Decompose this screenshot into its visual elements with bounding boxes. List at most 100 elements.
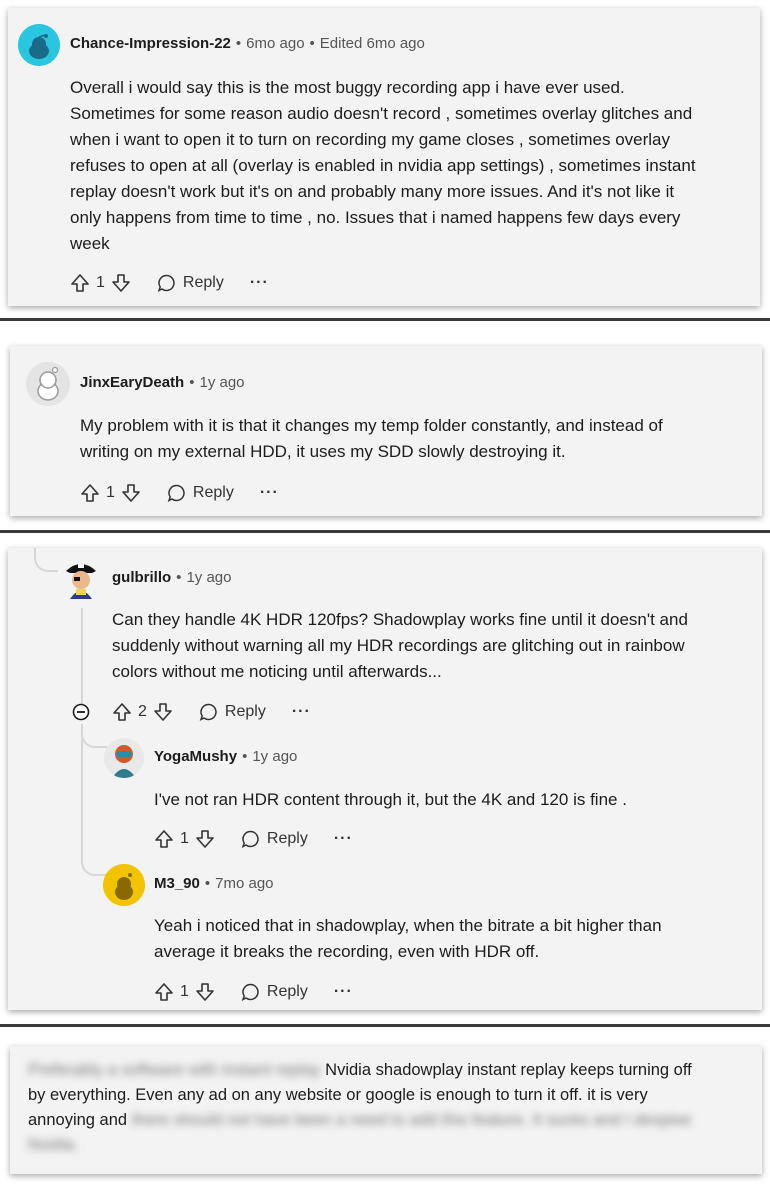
comment-line: when i want to open it to turn on record…: [70, 130, 671, 149]
vote-count: 1: [106, 484, 115, 501]
comment-meta: YogaMushy • 1y ago: [154, 748, 298, 765]
comment-actions: 2 Reply ···: [112, 700, 311, 724]
upvote-icon[interactable]: [80, 483, 100, 503]
separator: [0, 530, 770, 533]
comment-meta: Chance-Impression-22 • 6mo ago • Edited 6mo …: [70, 35, 425, 52]
comment-meta: gulbrillo • 1y ago: [112, 569, 232, 586]
snoo-avatar-icon: [103, 864, 145, 906]
comment-meta: M3_90 • 7mo ago: [154, 875, 274, 892]
username[interactable]: YogaMushy: [154, 748, 237, 765]
reply-label: Reply: [266, 983, 308, 1000]
thread-connector: [81, 844, 107, 876]
thread-line: [81, 608, 83, 704]
reply-button[interactable]: Reply: [157, 273, 224, 293]
comment-bubble-icon: [199, 703, 217, 721]
comment-line: refuses to open at all (overlay is enabl…: [70, 156, 696, 175]
thread-connector: [81, 724, 107, 748]
comment-bubble-icon: [241, 830, 259, 848]
reply-button[interactable]: Reply: [199, 702, 266, 722]
thread-line: [81, 724, 83, 864]
comment-line: by everything. Even any ad on any websit…: [28, 1086, 648, 1104]
comment-line: Overall i would say this is the most bug…: [70, 78, 625, 97]
downvote-icon[interactable]: [121, 483, 141, 503]
comment-body: My problem with it is that it changes my…: [80, 413, 760, 465]
reply-button[interactable]: Reply: [241, 982, 308, 1002]
comment-line: writing on my external HDD, it uses my S…: [80, 442, 566, 461]
vote-count: 1: [180, 983, 189, 1000]
comment-line: colors without me noticing until afterwa…: [112, 662, 442, 681]
blurred-text: Nvidia.: [28, 1136, 79, 1154]
reply-label: Reply: [266, 830, 308, 847]
timestamp[interactable]: 1y ago: [186, 569, 231, 586]
comment-body: Preferably a software with instant repla…: [28, 1058, 758, 1158]
more-options-button[interactable]: ···: [334, 983, 353, 1001]
comment-bubble-icon: [241, 983, 259, 1001]
comment-bubble-icon: [157, 274, 175, 292]
vote-count: 1: [96, 274, 105, 291]
comment-bubble-icon: [167, 484, 185, 502]
comment-line: replay doesn't work but it's on and prob…: [70, 182, 675, 201]
snoo-avatar-icon: [104, 738, 144, 778]
edited-label: Edited 6mo ago: [319, 35, 425, 52]
comment-meta: JinxEaryDeath • 1y ago: [80, 374, 245, 391]
more-options-button[interactable]: ···: [334, 830, 353, 848]
more-options-button[interactable]: ···: [292, 703, 311, 721]
comment-line: My problem with it is that it changes my…: [80, 416, 663, 435]
upvote-icon[interactable]: [154, 982, 174, 1002]
upvote-icon[interactable]: [70, 273, 90, 293]
reply-label: Reply: [224, 703, 266, 720]
reply-label: Reply: [182, 274, 224, 291]
comment-body: Can they handle 4K HDR 120fps? Shadowpla…: [112, 607, 752, 685]
reply-button[interactable]: Reply: [167, 483, 234, 503]
avatar[interactable]: [62, 559, 100, 599]
avatar[interactable]: [26, 362, 70, 406]
comment-actions: 1 Reply ···: [154, 827, 353, 851]
comment-card: Preferably a software with instant repla…: [10, 1046, 762, 1174]
collapse-thread-icon[interactable]: [72, 703, 90, 721]
comment-line: suddenly without warning all my HDR reco…: [112, 636, 685, 655]
separator: [0, 318, 770, 321]
username[interactable]: JinxEaryDeath: [80, 374, 184, 391]
comment-actions: 1 Reply ···: [70, 271, 269, 295]
reply-label: Reply: [192, 484, 234, 501]
comment-line: Can they handle 4K HDR 120fps? Shadowpla…: [112, 610, 688, 629]
username[interactable]: M3_90: [154, 875, 200, 892]
downvote-icon[interactable]: [153, 702, 173, 722]
avatar[interactable]: [18, 24, 60, 66]
upvote-icon[interactable]: [112, 702, 132, 722]
downvote-icon[interactable]: [195, 982, 215, 1002]
snoo-avatar-icon: [26, 362, 70, 406]
comment-card: JinxEaryDeath • 1y ago My problem with it …: [10, 346, 762, 516]
separator: [0, 1024, 770, 1027]
more-options-button[interactable]: ···: [250, 274, 269, 292]
comment-line: I've not ran HDR content through it, but…: [154, 790, 627, 809]
comment-line: only happens from time to time , no. Iss…: [70, 208, 681, 227]
more-options-button[interactable]: ···: [260, 484, 279, 502]
reply-button[interactable]: Reply: [241, 829, 308, 849]
comment-line: annoying and there should not have been …: [28, 1108, 758, 1133]
comment-line: Yeah i noticed that in shadowplay, when …: [154, 916, 662, 935]
upvote-icon[interactable]: [154, 829, 174, 849]
blurred-text: there should not have been a need to add…: [131, 1111, 692, 1129]
downvote-icon[interactable]: [111, 273, 131, 293]
comment-thread-card: gulbrillo • 1y ago Can they handle 4K HDR …: [8, 548, 762, 1010]
username[interactable]: gulbrillo: [112, 569, 171, 586]
comment-line: week: [70, 234, 110, 253]
timestamp[interactable]: 6mo ago: [246, 35, 304, 52]
username[interactable]: Chance-Impression-22: [70, 35, 231, 52]
timestamp[interactable]: 1y ago: [252, 748, 297, 765]
comment-actions: 1 Reply ···: [80, 481, 279, 505]
avatar[interactable]: [104, 738, 144, 778]
comment-line: average it breaks the recording, even wi…: [154, 942, 540, 961]
comment-actions: 1 Reply ···: [154, 980, 353, 1004]
downvote-icon[interactable]: [195, 829, 215, 849]
avatar[interactable]: [103, 864, 145, 906]
vote-count: 2: [138, 703, 147, 720]
blurred-text: Preferably a software with instant repla…: [28, 1061, 321, 1079]
comment-text: Nvidia shadowplay instant replay keeps t…: [325, 1061, 692, 1079]
timestamp[interactable]: 7mo ago: [215, 875, 273, 892]
snoo-avatar-icon: [18, 24, 60, 66]
comment-text: annoying and: [28, 1111, 128, 1129]
timestamp[interactable]: 1y ago: [199, 374, 244, 391]
comment-line: Sometimes for some reason audio doesn't …: [70, 104, 693, 123]
